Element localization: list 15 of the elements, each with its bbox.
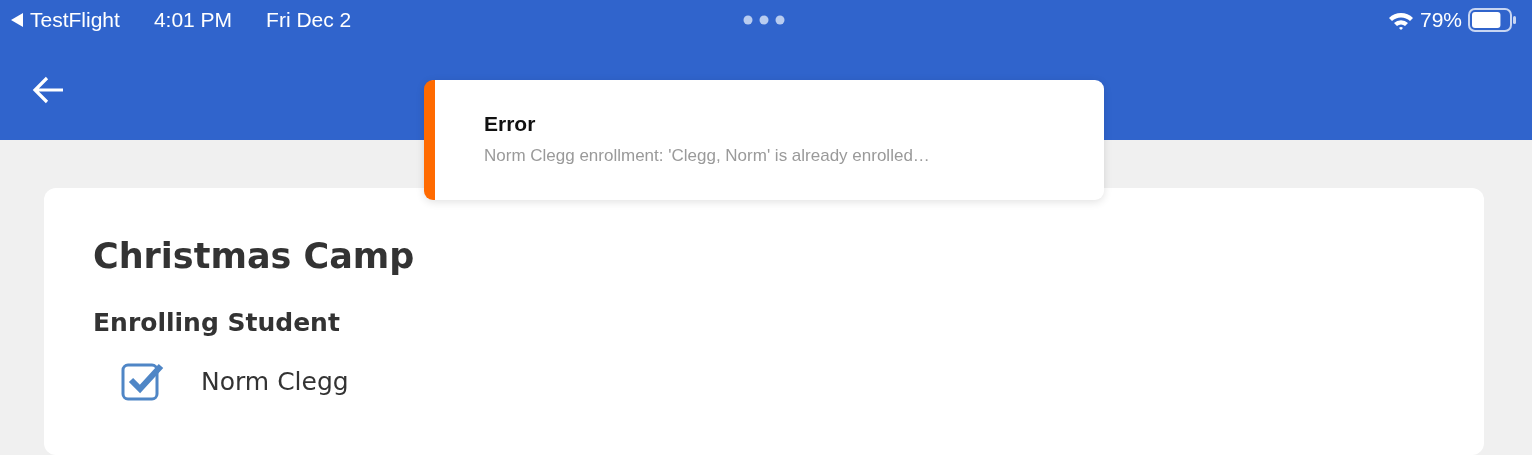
back-icon[interactable] <box>10 12 24 28</box>
student-name: Norm Clegg <box>201 366 349 396</box>
toast-title: Error <box>484 112 537 136</box>
back-arrow-icon[interactable] <box>32 76 64 104</box>
section-heading: Enrolling Student <box>93 308 341 337</box>
status-date: Fri Dec 2 <box>266 8 352 32</box>
battery-percent: 79% <box>1419 8 1462 32</box>
toast-message: Norm Clegg enrollment: 'Clegg, Norm' is already enrolled… <box>484 146 931 166</box>
checkbox[interactable] <box>121 361 165 401</box>
back-app-link[interactable]: TestFlight <box>30 8 120 32</box>
status-time: 4:01 PM <box>153 8 233 32</box>
multitasking-icon[interactable] <box>743 15 785 25</box>
battery-icon <box>1468 8 1518 32</box>
camp-title: Christmas Camp <box>93 236 416 276</box>
wifi-icon <box>1387 10 1414 30</box>
